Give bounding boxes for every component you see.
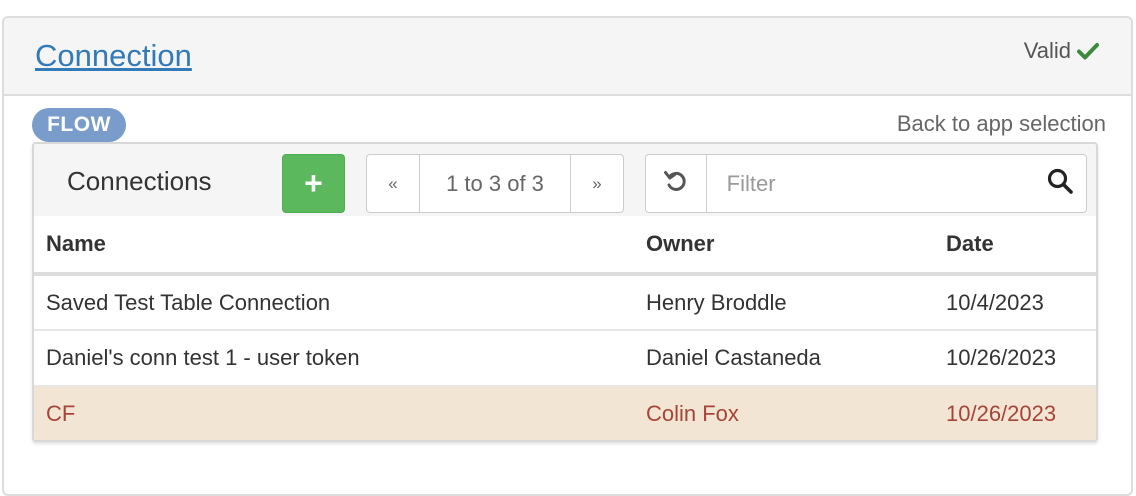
- connections-table: Name Owner Date Saved Test Table Connect…: [34, 216, 1096, 440]
- status-label: Valid: [1023, 38, 1071, 63]
- column-header-date[interactable]: Date: [934, 216, 1096, 276]
- back-to-app-selection-link[interactable]: Back to app selection: [897, 111, 1106, 137]
- cell-owner: Daniel Castaneda: [634, 330, 934, 387]
- filter-input[interactable]: [706, 155, 1035, 212]
- cell-date: 10/4/2023: [934, 274, 1096, 331]
- check-icon: [1077, 42, 1099, 60]
- page-info: 1 to 3 of 3: [419, 155, 571, 212]
- connection-title-link[interactable]: Connection: [35, 38, 192, 74]
- previous-page-button[interactable]: «: [367, 155, 419, 212]
- cell-date: 10/26/2023: [934, 386, 1096, 440]
- cell-name: CF: [34, 386, 634, 440]
- table-toolbar: Connections + « 1 to 3 of 3 »: [34, 144, 1096, 216]
- cell-owner: Henry Broddle: [634, 274, 934, 331]
- table-header-row: Name Owner Date: [34, 216, 1096, 276]
- connections-heading: Connections: [67, 166, 212, 196]
- filter-group: [645, 154, 1087, 213]
- add-connection-button[interactable]: +: [282, 154, 345, 213]
- column-header-owner[interactable]: Owner: [634, 216, 934, 276]
- refresh-icon: [663, 168, 689, 199]
- column-header-name[interactable]: Name: [34, 216, 634, 276]
- table-row[interactable]: Daniel's conn test 1 - user token Daniel…: [34, 330, 1096, 387]
- search-button[interactable]: [1035, 155, 1086, 212]
- cell-owner: Colin Fox: [634, 386, 934, 440]
- pagination: « 1 to 3 of 3 »: [366, 154, 624, 213]
- cell-date: 10/26/2023: [934, 330, 1096, 387]
- plus-icon: +: [304, 165, 323, 201]
- cell-name: Daniel's conn test 1 - user token: [34, 330, 634, 387]
- refresh-button[interactable]: [646, 155, 707, 212]
- status-indicator: Valid: [1024, 38, 1099, 64]
- table-row-selected[interactable]: CF Colin Fox 10/26/2023: [34, 386, 1096, 440]
- search-icon: [1046, 167, 1074, 200]
- connections-table-box: Connections + « 1 to 3 of 3 » Filter Nam…: [32, 142, 1098, 442]
- cell-name: Saved Test Table Connection: [34, 274, 634, 331]
- panel-heading: Connection Valid: [4, 18, 1131, 96]
- table-row[interactable]: Saved Test Table Connection Henry Broddl…: [34, 274, 1096, 331]
- next-page-button[interactable]: »: [571, 155, 623, 212]
- flow-badge: FLOW: [32, 108, 126, 142]
